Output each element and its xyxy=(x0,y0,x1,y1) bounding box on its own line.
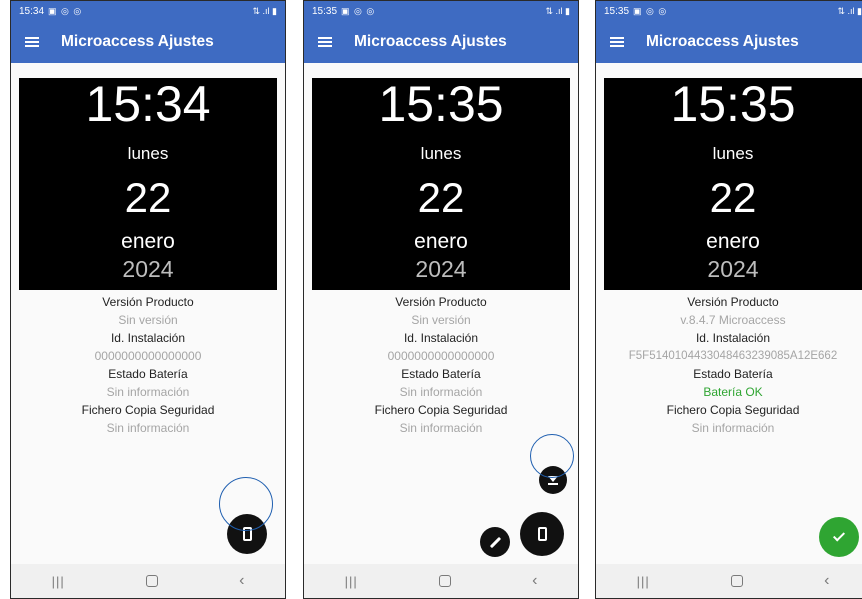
install-id-label: Id. Instalación xyxy=(403,331,479,345)
clock-time: 15:34 xyxy=(85,76,211,132)
edit-button[interactable] xyxy=(480,527,510,557)
pencil-icon xyxy=(489,536,501,548)
battery-value: Sin información xyxy=(399,385,483,399)
clock-panel: 15:35 lunes 22 enero 2024 xyxy=(312,76,570,290)
tap-highlight-ring xyxy=(530,434,574,478)
back-button[interactable]: ‹ xyxy=(824,572,829,590)
clock-time: 15:35 xyxy=(670,76,796,132)
clock-panel: 15:35 lunes 22 enero 2024 xyxy=(604,76,862,290)
recents-button[interactable]: ||| xyxy=(637,574,650,589)
clock-year: 2024 xyxy=(122,256,174,282)
app-title: Microaccess Ajustes xyxy=(354,33,507,50)
clock-year: 2024 xyxy=(707,256,759,282)
app-title: Microaccess Ajustes xyxy=(646,33,799,50)
phone-screen-3: 15:35 ▣ ◎ ◎ ⇅ .ıl ▮ Microaccess Ajustes … xyxy=(595,0,862,599)
device-info: Versión Producto v.8.4.7 Microaccess Id.… xyxy=(596,293,862,437)
version-label: Versión Producto xyxy=(687,295,779,309)
version-value: Sin versión xyxy=(411,313,471,327)
home-button[interactable] xyxy=(145,575,158,587)
backup-value: Sin información xyxy=(106,421,190,435)
backup-label: Fichero Copia Seguridad xyxy=(81,403,215,417)
notification-icons: ▣ ◎ ◎ xyxy=(48,5,83,16)
status-time: 15:34 xyxy=(19,5,45,17)
clock-day-number: 22 xyxy=(124,174,172,221)
clock-month: enero xyxy=(121,230,175,253)
connect-device-button[interactable] xyxy=(520,512,564,556)
signal-battery-icons: ⇅ .ıl ▮ xyxy=(252,5,278,16)
back-button[interactable]: ‹ xyxy=(239,572,244,590)
success-button[interactable] xyxy=(819,517,859,557)
app-title: Microaccess Ajustes xyxy=(61,33,214,50)
version-value: Sin versión xyxy=(118,313,178,327)
recents-button[interactable]: ||| xyxy=(52,574,65,589)
version-label: Versión Producto xyxy=(395,295,487,309)
app-bar: Microaccess Ajustes xyxy=(11,21,285,63)
device-info: Versión Producto Sin versión Id. Instala… xyxy=(11,293,285,437)
phone-screen-2: 15:35 ▣ ◎ ◎ ⇅ .ıl ▮ Microaccess Ajustes … xyxy=(303,0,579,599)
version-value: v.8.4.7 Microaccess xyxy=(680,313,786,327)
signal-battery-icons: ⇅ .ıl ▮ xyxy=(545,5,571,16)
back-button[interactable]: ‹ xyxy=(532,572,537,590)
version-label: Versión Producto xyxy=(102,295,194,309)
backup-label: Fichero Copia Seguridad xyxy=(666,403,800,417)
home-button[interactable] xyxy=(730,575,743,587)
check-icon xyxy=(832,529,846,542)
clock-weekday: lunes xyxy=(712,144,754,163)
clock-month: enero xyxy=(706,230,760,253)
status-bar: 15:35 ▣ ◎ ◎ ⇅ .ıl ▮ xyxy=(304,1,578,21)
clock-weekday: lunes xyxy=(420,144,462,163)
battery-label: Estado Batería xyxy=(108,367,188,381)
clock-day-number: 22 xyxy=(709,174,757,221)
system-nav-bar: ||| ‹ xyxy=(304,564,578,598)
clock-year: 2024 xyxy=(415,256,467,282)
status-bar: 15:34 ▣ ◎ ◎ ⇅ .ıl ▮ xyxy=(11,1,285,21)
device-info: Versión Producto Sin versión Id. Instala… xyxy=(304,293,578,437)
status-time: 15:35 xyxy=(312,5,338,17)
app-bar: Microaccess Ajustes xyxy=(596,21,862,63)
install-id-label: Id. Instalación xyxy=(110,331,186,345)
menu-icon[interactable] xyxy=(304,21,346,63)
system-nav-bar: ||| ‹ xyxy=(11,564,285,598)
clock-day-number: 22 xyxy=(417,174,465,221)
phone-screen-1: 15:34 ▣ ◎ ◎ ⇅ .ıl ▮ Microaccess Ajustes … xyxy=(10,0,286,599)
clock-weekday: lunes xyxy=(127,144,169,163)
notification-icons: ▣ ◎ ◎ xyxy=(341,5,376,16)
install-id-label: Id. Instalación xyxy=(695,331,771,345)
clock-time: 15:35 xyxy=(378,76,504,132)
install-id-value: 0000000000000000 xyxy=(387,349,495,363)
app-bar: Microaccess Ajustes xyxy=(304,21,578,63)
signal-battery-icons: ⇅ .ıl ▮ xyxy=(837,5,862,16)
status-time: 15:35 xyxy=(604,5,630,17)
clock-panel: 15:34 lunes 22 enero 2024 xyxy=(19,76,277,290)
status-bar: 15:35 ▣ ◎ ◎ ⇅ .ıl ▮ xyxy=(596,1,862,21)
home-button[interactable] xyxy=(438,575,451,587)
backup-value: Sin información xyxy=(399,421,483,435)
recents-button[interactable]: ||| xyxy=(345,574,358,589)
battery-value: Batería OK xyxy=(703,385,763,399)
system-nav-bar: ||| ‹ xyxy=(596,564,862,598)
menu-icon[interactable] xyxy=(11,21,53,63)
tap-highlight-ring xyxy=(219,477,273,531)
backup-label: Fichero Copia Seguridad xyxy=(374,403,508,417)
clock-month: enero xyxy=(414,230,468,253)
notification-icons: ▣ ◎ ◎ xyxy=(633,5,668,16)
menu-icon[interactable] xyxy=(596,21,638,63)
smartphone-icon xyxy=(537,527,547,541)
install-id-value: F5F5140104433048463239085A12E662 xyxy=(628,350,838,362)
battery-label: Estado Batería xyxy=(693,367,773,381)
battery-label: Estado Batería xyxy=(401,367,481,381)
battery-value: Sin información xyxy=(106,385,190,399)
backup-value: Sin información xyxy=(691,421,775,435)
install-id-value: 0000000000000000 xyxy=(94,349,202,363)
